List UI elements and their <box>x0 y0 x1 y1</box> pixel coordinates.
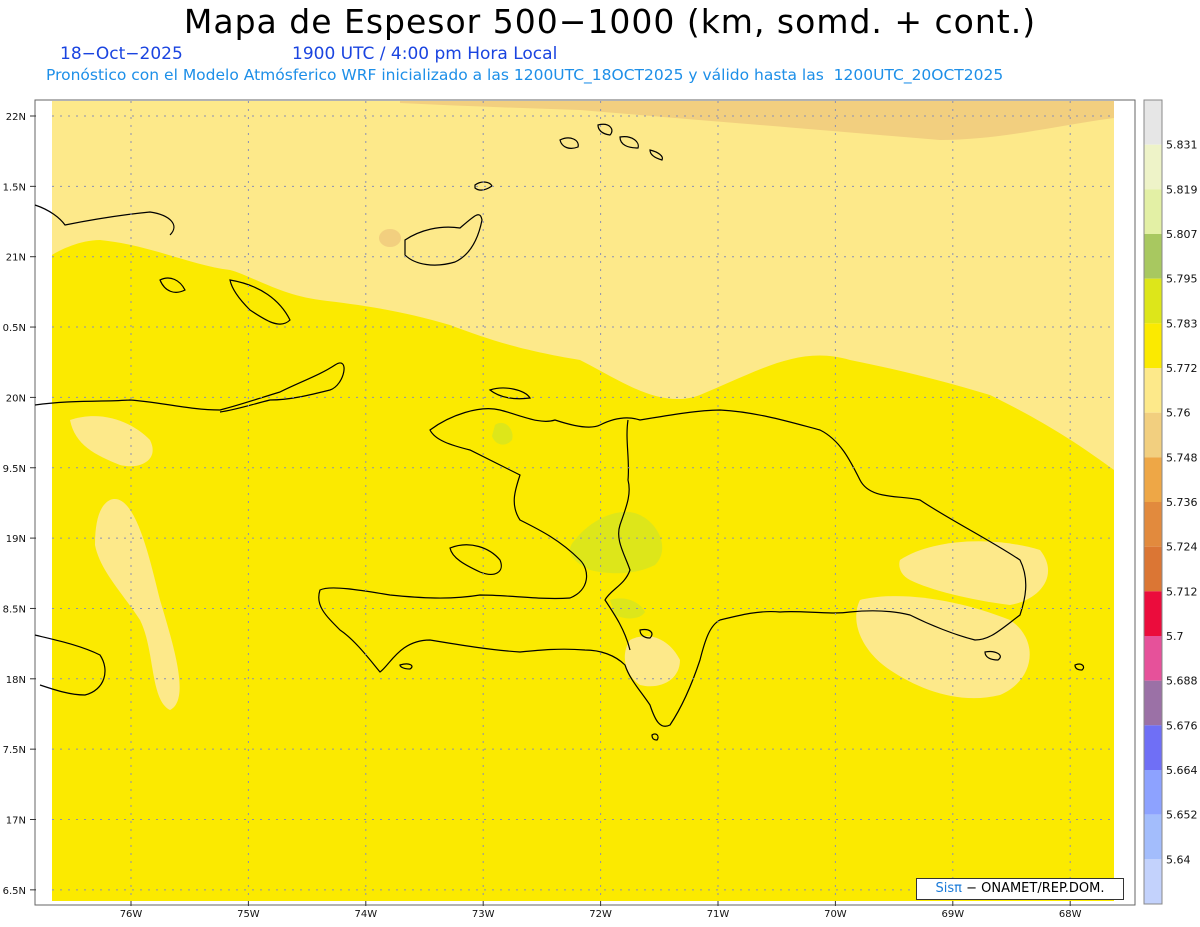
colorbar-label: 5.676 <box>1166 719 1198 732</box>
colorbar-swatch <box>1144 546 1162 592</box>
lat-label: 17N <box>6 816 26 827</box>
colorbar-label: 5.712 <box>1166 585 1198 598</box>
colorbar-label: 5.652 <box>1166 809 1198 822</box>
latitude-labels: 22N 1.5N 21N 0.5N 20N 9.5N 19N 8.5N 18N 7.5N 17N 6.… <box>3 112 36 897</box>
thickness-map: 22N 1.5N 21N 0.5N 20N 9.5N 19N 8.5N 18N 7.5N 17N 6.… <box>3 99 1198 920</box>
forecast-time: 1900 UTC / 4:00 pm Hora Local <box>292 44 558 64</box>
credit-box: Sisπ − ONAMET/REP.DOM. <box>916 878 1124 900</box>
colorbar-swatch <box>1144 323 1162 368</box>
lat-label: 19N <box>6 534 26 545</box>
forecast-description: Pronóstico con el Modelo Atmósferico WRF… <box>46 66 1004 84</box>
lon-label: 71W <box>707 909 730 920</box>
lat-label: 18N <box>6 675 26 686</box>
lon-label: 74W <box>354 909 377 920</box>
lon-label: 76W <box>120 909 143 920</box>
colorbar-label: 5.724 <box>1166 541 1198 554</box>
colorbar-label: 5.772 <box>1166 362 1198 375</box>
colorbar-swatch <box>1144 680 1162 726</box>
colorbar-swatch <box>1144 234 1162 279</box>
colorbar-swatch <box>1144 636 1162 681</box>
credit-brand: Sisπ <box>935 881 962 896</box>
lat-label: 21N <box>6 253 26 264</box>
colorbar-swatch <box>1144 591 1162 636</box>
colorbar-swatch <box>1144 368 1162 413</box>
colorbar-swatch <box>1144 189 1162 234</box>
lon-label: 73W <box>472 909 495 920</box>
colorbar-swatch <box>1144 100 1162 145</box>
map-title: Mapa de Espesor 500−1000 (km, somd. + co… <box>183 2 1037 41</box>
colorbar-label: 5.807 <box>1166 228 1198 241</box>
colorbar-label: 5.748 <box>1166 451 1198 464</box>
colorbar: 5.831 5.819 5.807 5.795 5.783 5.772 5.76 5.748 5… <box>1143 99 1198 905</box>
longitude-labels: 76W 75W 74W 73W 72W 71W 70W 69W 68W <box>120 901 1082 920</box>
colorbar-label: 5.664 <box>1166 764 1198 777</box>
lat-label: 0.5N <box>3 323 26 334</box>
colorbar-swatch <box>1144 859 1162 904</box>
colorbar-label: 5.688 <box>1166 675 1198 688</box>
colorbar-label: 5.783 <box>1166 317 1198 330</box>
colorbar-swatch <box>1144 457 1162 502</box>
lat-label: 6.5N <box>3 886 26 897</box>
credit-text: − ONAMET/REP.DOM. <box>966 881 1105 896</box>
lat-label: 22N <box>6 112 26 123</box>
colorbar-label: 5.795 <box>1166 273 1198 286</box>
colorbar-label: 5.831 <box>1166 139 1198 152</box>
lat-label: 8.5N <box>3 604 26 615</box>
colorbar-swatch <box>1144 144 1162 190</box>
lon-label: 69W <box>941 909 964 920</box>
lon-label: 72W <box>589 909 612 920</box>
colorbar-swatch <box>1144 412 1162 458</box>
colorbar-swatch <box>1144 725 1162 770</box>
colorbar-label: 5.76 <box>1166 407 1191 420</box>
colorbar-label: 5.64 <box>1166 853 1191 866</box>
colorbar-swatch <box>1144 770 1162 815</box>
lat-label: 7.5N <box>3 745 26 756</box>
colorbar-swatch <box>1144 814 1162 860</box>
lat-label: 1.5N <box>3 182 26 193</box>
colorbar-label: 5.736 <box>1166 496 1198 509</box>
lon-label: 70W <box>824 909 847 920</box>
colorbar-swatch <box>1144 502 1162 547</box>
lat-label: 20N <box>6 393 26 404</box>
colorbar-label: 5.7 <box>1166 630 1184 643</box>
forecast-date: 18−Oct−2025 <box>60 44 183 64</box>
lat-label: 9.5N <box>3 464 26 475</box>
thickness-field-orange-spot <box>379 229 401 247</box>
lon-label: 68W <box>1059 909 1082 920</box>
lon-label: 75W <box>237 909 260 920</box>
colorbar-swatch <box>1144 278 1162 324</box>
colorbar-label: 5.819 <box>1166 183 1198 196</box>
